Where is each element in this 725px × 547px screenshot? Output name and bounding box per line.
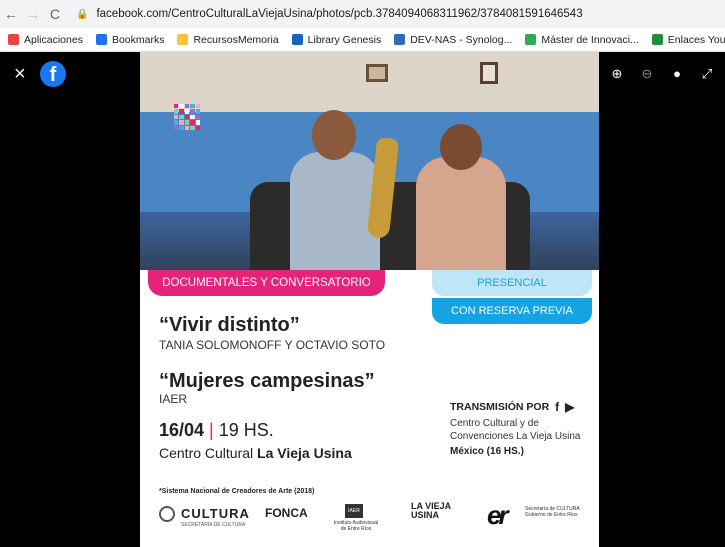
fonca-logo: FONCA — [265, 506, 308, 520]
woman-figure — [416, 157, 506, 270]
iaer-logo-sub: Instituto Audiovisual de Entre Ríos — [333, 520, 379, 532]
bookmark-label: Library Genesis — [307, 33, 382, 46]
bookmark-item[interactable]: Enlaces YouTube A... — [651, 33, 725, 46]
bookmarks-bar: Aplicaciones Bookmarks RecursosMemoria Libr… — [0, 28, 725, 52]
bookmark-item[interactable]: Aplicaciones — [8, 34, 83, 46]
bookmark-item[interactable]: Bookmarks — [95, 33, 165, 46]
reservation-tag: CON RESERVA PREVIA — [432, 298, 592, 324]
film2-title: “Mujeres campesinas” — [159, 370, 375, 392]
bookmark-label: Aplicaciones — [24, 33, 83, 46]
url-field[interactable]: 🔒 facebook.com/CentroCulturalLaViejaUsin… — [76, 8, 583, 20]
zoom-out-icon[interactable]: ⊖ — [639, 66, 655, 82]
poster-photo — [140, 52, 599, 270]
zoom-in-icon[interactable]: ⊕ — [609, 66, 625, 82]
viewer-toolbar: ⊕ ⊖ ● ⤢ — [609, 66, 715, 82]
wall-top — [140, 52, 599, 112]
star-icon — [95, 34, 107, 45]
stream-place: Centro Cultural y de Convenciones La Vie… — [450, 418, 581, 442]
cultura-logo: CULTURA — [181, 506, 250, 521]
stream-time: México (16 HS.) — [450, 446, 524, 457]
plus-icon — [651, 34, 663, 45]
bookmark-label: DEV-NAS - Synolog... — [410, 33, 513, 46]
bookmark-item[interactable]: DEV-NAS - Synolog... — [394, 34, 512, 46]
folder-icon — [177, 34, 189, 45]
mosaic-logo-icon — [174, 104, 200, 130]
man-figure — [290, 152, 380, 270]
venue-name: La Vieja Usina — [257, 445, 352, 461]
facebook-icon: f — [555, 400, 560, 414]
close-icon[interactable]: × — [14, 64, 26, 84]
bookmark-item[interactable]: RecursosMemoria — [177, 33, 279, 46]
tag-icon[interactable]: ● — [669, 66, 685, 82]
vieja-usina-logo: LA VIEJA USINA — [411, 501, 451, 520]
bookmark-label: Máster de Innovaci... — [541, 33, 639, 46]
lock-icon: 🔒 — [76, 8, 89, 20]
facebook-logo-icon[interactable]: f — [40, 61, 66, 87]
photo-viewer: × f ⊕ ⊖ ● ⤢ DOCUMENTALES Y CONVERSATORIO… — [0, 52, 725, 547]
drive-icon — [525, 34, 537, 45]
back-icon[interactable]: ← — [0, 6, 22, 22]
youtube-icon: ▶ — [565, 400, 575, 414]
bookmark-item[interactable]: Library Genesis — [291, 33, 382, 46]
bookmark-label: Enlaces YouTube A... — [667, 33, 725, 46]
picture-frame — [480, 62, 498, 84]
fullscreen-icon[interactable]: ⤢ — [699, 66, 715, 82]
film1-title: “Vivir distinto” — [159, 314, 300, 336]
url-text: facebook.com/CentroCulturalLaViejaUsina/… — [96, 8, 583, 20]
entre-rios-logo: er — [487, 500, 509, 530]
bookmark-label: Bookmarks — [111, 33, 165, 46]
date-value: 16/04 — [159, 420, 205, 440]
picture-frame — [366, 64, 388, 82]
mexico-seal-icon — [159, 506, 175, 522]
sponsor-logos: CULTURA SECRETARÍA DE CULTURA FONCA IAER… — [159, 500, 579, 542]
iaer-logo: IAER — [345, 504, 363, 518]
date-separator: | — [209, 420, 214, 440]
film2-director: IAER — [159, 392, 188, 406]
bookmark-label: RecursosMemoria — [193, 33, 279, 46]
footnote: *Sistema Nacional de Creadores de Arte (… — [159, 488, 315, 495]
cultura-logo-sub: SECRETARÍA DE CULTURA — [181, 522, 246, 528]
film1-directors: TANIA SOLOMONOFF Y OCTAVIO SOTO — [159, 338, 386, 352]
bookmark-item[interactable]: Máster de Innovaci... — [525, 33, 639, 46]
streaming-info: TRANSMISIÓN POR f ▶ Centro Cultural y de… — [450, 400, 595, 457]
library-icon — [291, 34, 303, 45]
event-poster: DOCUMENTALES Y CONVERSATORIO PRESENCIAL … — [140, 52, 599, 547]
forward-icon[interactable]: → — [22, 6, 44, 22]
man-head — [312, 110, 356, 160]
reload-icon[interactable]: C — [44, 6, 66, 22]
stream-header: TRANSMISIÓN POR f ▶ — [450, 400, 595, 414]
stream-label: TRANSMISIÓN POR — [450, 401, 550, 413]
address-bar: ← → C 🔒 facebook.com/CentroCulturalLaVie… — [0, 0, 725, 28]
woman-head — [440, 124, 482, 170]
category-tag: DOCUMENTALES Y CONVERSATORIO — [148, 270, 385, 296]
time-value: 19 HS. — [218, 420, 274, 440]
synology-icon — [394, 34, 406, 45]
event-date: 16/04 | 19 HS. — [159, 420, 274, 441]
apps-grid-icon — [8, 34, 19, 45]
entre-rios-logo-sub: Secretaría de CULTURA Gobierno de Entre … — [525, 506, 580, 518]
presencial-tag: PRESENCIAL — [432, 270, 592, 296]
event-venue: Centro Cultural La Vieja Usina — [159, 445, 352, 461]
venue-prefix: Centro Cultural — [159, 445, 258, 461]
